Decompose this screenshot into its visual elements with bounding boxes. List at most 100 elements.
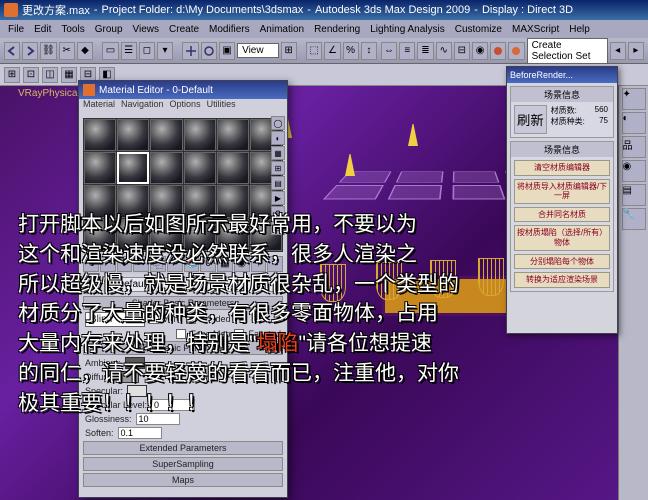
mated-menubar[interactable]: Material Navigation Options Utilities <box>79 99 287 114</box>
soften-field[interactable] <box>118 427 162 439</box>
material-slot[interactable] <box>217 185 249 217</box>
material-slot[interactable] <box>150 219 182 251</box>
material-slot[interactable] <box>184 185 216 217</box>
modify-tab[interactable]: ◐ <box>622 112 646 134</box>
utilities-tab[interactable]: 🔧 <box>622 208 646 230</box>
move-button[interactable] <box>182 42 198 60</box>
speclevel-field[interactable] <box>151 399 195 411</box>
menu-modifiers[interactable]: Modifiers <box>205 24 254 35</box>
merge-same-button[interactable]: 合并同名材质 <box>514 207 610 223</box>
layers-button[interactable]: ≣ <box>417 42 433 60</box>
assign-material-button[interactable]: ⬇ <box>117 256 133 272</box>
put-material-button[interactable]: ↗ <box>100 256 116 272</box>
percent-snap-button[interactable]: % <box>343 42 359 60</box>
pick-material-button[interactable]: ✎ <box>83 276 101 294</box>
material-slot[interactable] <box>184 219 216 251</box>
mirror-button[interactable]: ⇔ <box>381 42 397 60</box>
viewctl-3[interactable]: ◫ <box>42 67 58 83</box>
2sided-checkbox[interactable] <box>186 314 196 324</box>
rollout-maps[interactable]: Maps <box>83 473 283 487</box>
rollout-extended[interactable]: Extended Parameters <box>83 441 283 455</box>
collapse-by-mat-button[interactable]: 按材质塌陷（选择/所有）物体 <box>514 225 610 250</box>
menu-create[interactable]: Create <box>165 24 203 35</box>
menu-views[interactable]: Views <box>129 24 164 35</box>
select-name-button[interactable]: ☰ <box>121 42 137 60</box>
bind-button[interactable]: ◆ <box>77 42 93 60</box>
rollout-supersampling[interactable]: SuperSampling <box>83 457 283 471</box>
viewctl-2[interactable]: ⊡ <box>23 67 39 83</box>
mated-menu-util[interactable]: Utilities <box>207 99 236 114</box>
select-by-mat-icon[interactable]: ⊡ <box>271 221 285 235</box>
display-tab[interactable]: ▤ <box>622 184 646 206</box>
undo-button[interactable] <box>4 42 20 60</box>
render-button[interactable] <box>508 42 524 60</box>
preview-icon[interactable]: ▶ <box>271 191 285 205</box>
select-button[interactable]: ▭ <box>102 42 118 60</box>
material-name-field[interactable] <box>105 277 283 292</box>
menu-edit[interactable]: Edit <box>30 24 55 35</box>
gloss-field[interactable] <box>136 413 180 425</box>
material-slot[interactable] <box>184 119 216 151</box>
make-copy-button[interactable]: ⿻ <box>150 256 166 272</box>
angle-snap-button[interactable]: ∠ <box>324 42 340 60</box>
ambient-swatch[interactable] <box>125 357 145 369</box>
motion-tab[interactable]: ◉ <box>622 160 646 182</box>
selection-set-dropdown[interactable]: Create Selection Set <box>527 38 608 64</box>
clear-mated-button[interactable]: 清空材质编辑器 <box>514 160 610 176</box>
material-slot[interactable] <box>117 185 149 217</box>
material-slot[interactable] <box>217 152 249 184</box>
uv-tile-icon[interactable]: ⊞ <box>271 161 285 175</box>
shader-dropdown[interactable]: Blinn <box>85 312 145 327</box>
diffuse-swatch[interactable] <box>119 371 139 383</box>
material-slot[interactable] <box>184 152 216 184</box>
menu-help[interactable]: Help <box>565 24 594 35</box>
rotate-button[interactable] <box>201 42 217 60</box>
create-tab[interactable]: ✦ <box>622 88 646 110</box>
menu-group[interactable]: Group <box>91 24 127 35</box>
rollout-shader[interactable]: Shader Basic Parameters <box>83 296 283 310</box>
show-map-button[interactable]: ▦ <box>217 256 233 272</box>
video-check-icon[interactable]: ▤ <box>271 176 285 190</box>
menu-rendering[interactable]: Rendering <box>310 24 364 35</box>
curve-editor-button[interactable]: ∿ <box>436 42 452 60</box>
import-mat-button[interactable]: 将材质导入材质编辑器/下一屏 <box>514 179 610 204</box>
material-slot[interactable] <box>217 219 249 251</box>
reset-material-button[interactable]: ✕ <box>133 256 149 272</box>
coord-button[interactable]: ⊞ <box>281 42 297 60</box>
go-sibling-button[interactable]: → <box>267 256 283 272</box>
menu-tools[interactable]: Tools <box>57 24 88 35</box>
schematic-button[interactable]: ⊟ <box>454 42 470 60</box>
material-slot[interactable] <box>150 152 182 184</box>
material-slot[interactable] <box>84 219 116 251</box>
hierarchy-tab[interactable]: 品 <box>622 136 646 158</box>
mated-menu-nav[interactable]: Navigation <box>121 99 164 114</box>
render-setup-button[interactable] <box>490 42 506 60</box>
view-dropdown[interactable]: View <box>237 43 279 58</box>
align-button[interactable]: ≡ <box>399 42 415 60</box>
refresh-button[interactable]: 刷新 <box>514 105 547 134</box>
material-slot[interactable] <box>150 185 182 217</box>
make-unique-button[interactable]: ≠ <box>167 256 183 272</box>
filter-button[interactable]: ▾ <box>157 42 173 60</box>
link-button[interactable]: ⛓ <box>40 42 56 60</box>
convert-render-button[interactable]: 转换为适应渲染场景 <box>514 272 610 288</box>
matid-button[interactable]: 0 <box>200 256 216 272</box>
viewctl-1[interactable]: ⊞ <box>4 67 20 83</box>
wire-checkbox[interactable] <box>149 314 159 324</box>
redo-button[interactable] <box>22 42 38 60</box>
unlink-button[interactable]: ✂ <box>59 42 75 60</box>
material-slot[interactable] <box>84 119 116 151</box>
go-parent-button[interactable]: ↑ <box>251 256 267 272</box>
material-slot[interactable] <box>84 185 116 217</box>
specular-swatch[interactable] <box>127 385 147 397</box>
mated-titlebar[interactable]: Material Editor - 0-Default <box>79 81 287 99</box>
snap-button[interactable]: ⬚ <box>306 42 322 60</box>
menu-animation[interactable]: Animation <box>256 24 308 35</box>
sample-type-icon[interactable]: ◯ <box>271 116 285 130</box>
material-slot[interactable] <box>217 119 249 151</box>
material-slot[interactable] <box>117 119 149 151</box>
mated-menu-material[interactable]: Material <box>83 99 115 114</box>
options-icon[interactable]: ⚙ <box>271 206 285 220</box>
menu-customize[interactable]: Customize <box>451 24 506 35</box>
faceted-checkbox[interactable] <box>234 329 244 339</box>
